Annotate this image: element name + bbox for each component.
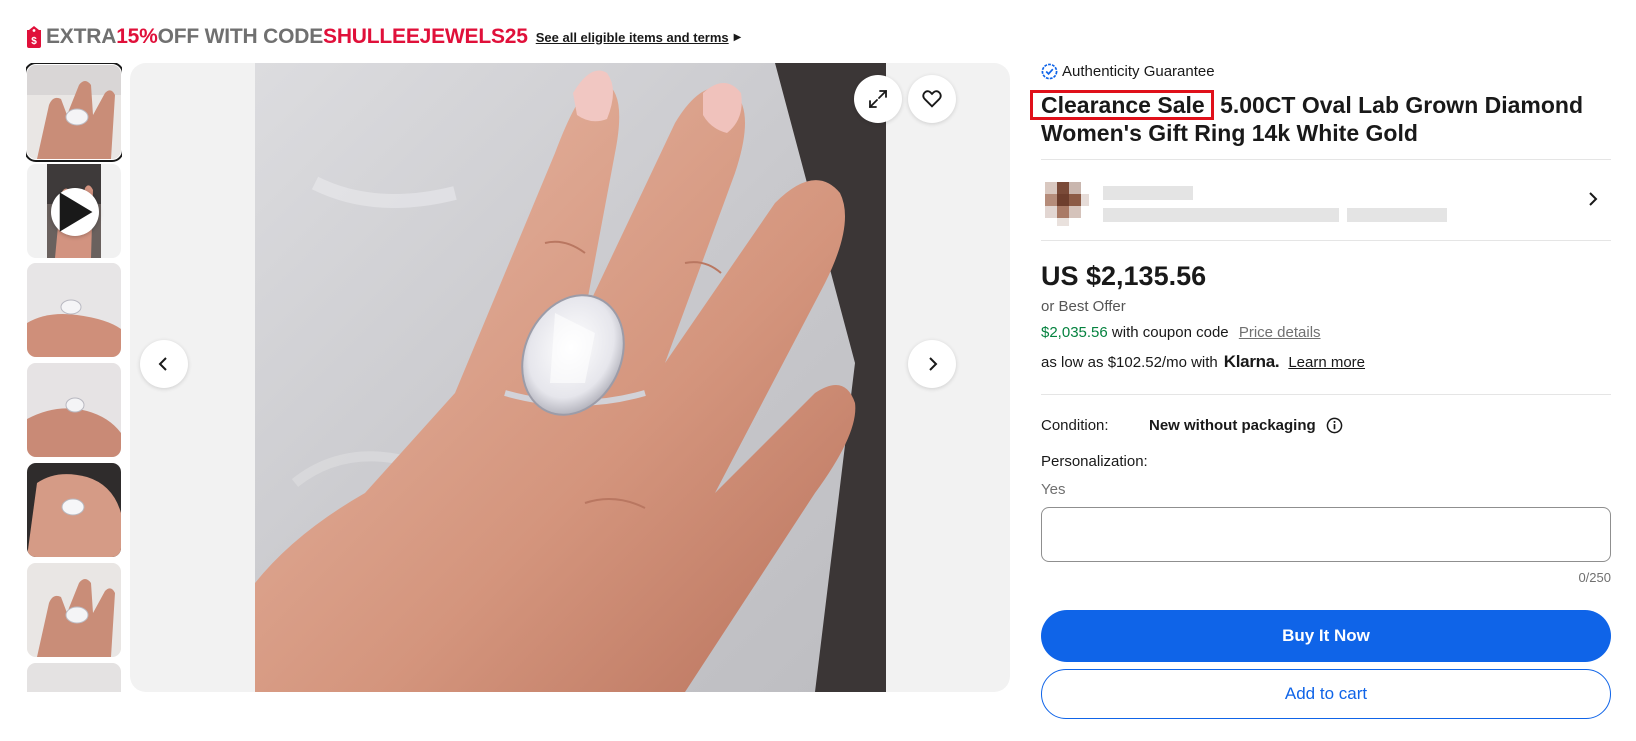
authenticity-guarantee[interactable]: Authenticity Guarantee xyxy=(1041,60,1611,82)
ring-photo-thumbnail xyxy=(27,463,121,557)
character-counter: 0/250 xyxy=(1578,570,1611,585)
eligible-items-link[interactable]: See all eligible items and terms xyxy=(536,30,729,45)
price-tag-icon: $ xyxy=(27,26,41,48)
ring-photo-thumbnail xyxy=(27,563,121,657)
buy-it-now-button[interactable]: Buy It Now xyxy=(1041,610,1611,662)
promo-percent: 15% xyxy=(116,25,158,48)
authenticity-text: Authenticity Guarantee xyxy=(1062,62,1215,80)
condition-label: Condition: xyxy=(1041,417,1109,434)
price-details-link[interactable]: Price details xyxy=(1239,324,1321,341)
condition-value: New without packaging xyxy=(1149,417,1316,434)
product-info-panel: Authenticity Guarantee Clearance Sale 5.… xyxy=(1030,60,1611,719)
thumbnail-video[interactable] xyxy=(27,164,121,258)
klarna-line: as low as $102.52/mo with Klarna. Learn … xyxy=(1041,352,1611,372)
klarna-prefix: as low as $102.52/mo with xyxy=(1041,353,1218,371)
learn-more-link[interactable]: Learn more xyxy=(1288,354,1365,371)
personalization-input[interactable] xyxy=(1041,507,1611,562)
expand-button[interactable] xyxy=(854,75,902,123)
play-icon[interactable] xyxy=(51,188,99,236)
condition-row: Condition: New without packaging xyxy=(1041,417,1611,434)
klarna-logo: Klarna. xyxy=(1223,352,1280,371)
ring-photo-thumbnail xyxy=(27,65,121,159)
thumbnail-5[interactable] xyxy=(27,463,121,557)
coupon-price: $2,035.56 xyxy=(1041,324,1108,341)
watchlist-button[interactable] xyxy=(908,75,956,123)
ring-photo-thumbnail xyxy=(27,263,121,357)
previous-image-button[interactable] xyxy=(140,340,188,388)
coupon-line: $2,035.56 with coupon code Price details xyxy=(1041,324,1611,341)
promo-text-1: EXTRA xyxy=(46,25,117,48)
promo-text-2: OFF WITH CODE xyxy=(157,25,324,48)
caret-right-icon: ▶ xyxy=(733,31,742,43)
chevron-left-icon xyxy=(158,357,167,371)
promo-code: SHULLEEJEWELS25 xyxy=(323,25,528,48)
personalization-label: Personalization: xyxy=(1041,453,1148,470)
thumbnail-list[interactable] xyxy=(26,63,122,692)
add-to-cart-button[interactable]: Add to cart xyxy=(1041,669,1611,719)
main-product-photo xyxy=(255,63,886,692)
main-image-viewer[interactable] xyxy=(130,63,1010,692)
seller-name-redacted xyxy=(1103,186,1193,200)
thumbnail-6[interactable] xyxy=(27,563,121,657)
thumbnail-4[interactable] xyxy=(27,363,121,457)
price: US $2,135.56 xyxy=(1041,261,1207,291)
verified-check-icon xyxy=(1041,63,1058,79)
ring-photo-thumbnail xyxy=(27,363,121,457)
expand-icon xyxy=(869,90,887,108)
title-highlight: Clearance Sale xyxy=(1030,90,1214,120)
chevron-right-icon xyxy=(1589,192,1598,206)
thumbnail-1[interactable] xyxy=(26,63,122,162)
seller-card[interactable] xyxy=(1041,159,1611,241)
thumbnail-7[interactable] xyxy=(27,663,121,692)
svg-text:$: $ xyxy=(31,36,37,47)
chevron-right-icon xyxy=(929,357,938,371)
divider xyxy=(1041,394,1611,395)
next-image-button[interactable] xyxy=(908,340,956,388)
seller-stats-redacted xyxy=(1103,208,1339,222)
product-title: Clearance Sale 5.00CT Oval Lab Grown Dia… xyxy=(1030,90,1611,147)
info-icon[interactable] xyxy=(1326,417,1343,434)
thumbnail-3[interactable] xyxy=(27,263,121,357)
best-offer-text: or Best Offer xyxy=(1041,298,1126,315)
coupon-text: with coupon code xyxy=(1111,324,1229,341)
ring-photo-thumbnail xyxy=(27,663,121,692)
heart-icon xyxy=(922,90,942,108)
personalization-value: Yes xyxy=(1041,481,1066,498)
promo-banner: $ EXTRA 15% OFF WITH CODE SHULLEEJEWELS2… xyxy=(26,22,741,52)
seller-avatar xyxy=(1041,178,1093,230)
seller-feedback-redacted xyxy=(1347,208,1447,222)
